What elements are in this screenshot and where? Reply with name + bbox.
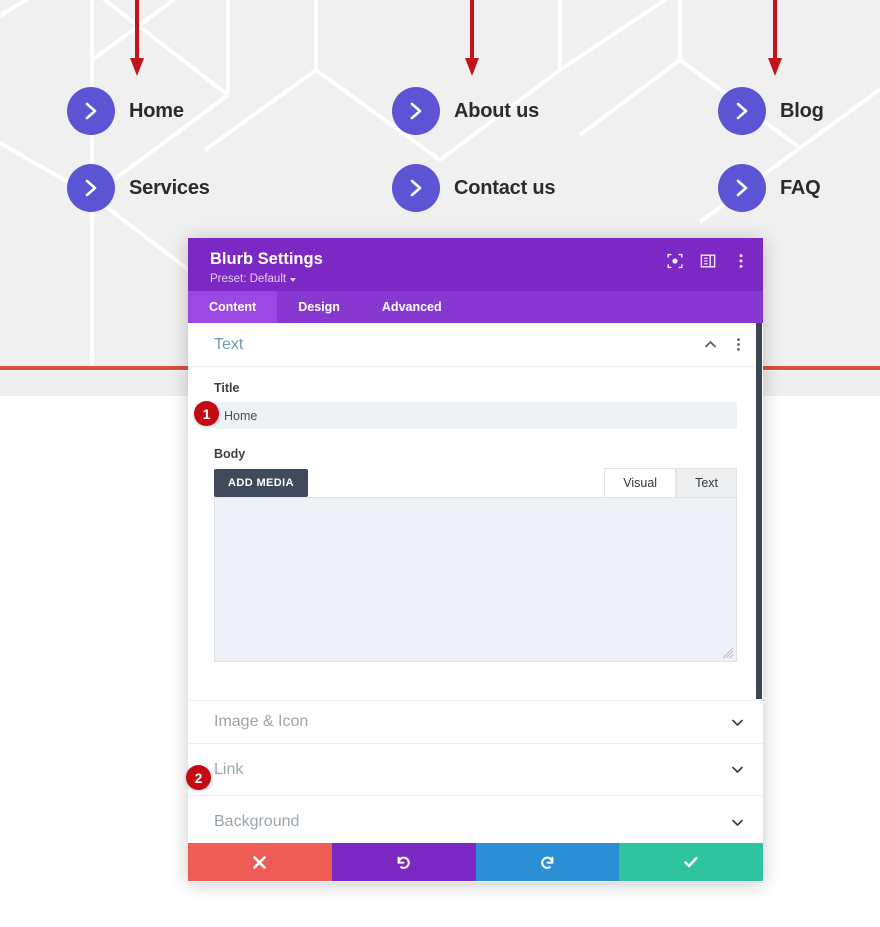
blurb-label: Services — [129, 176, 210, 199]
modal-footer-actions — [188, 843, 763, 881]
section-header-background[interactable]: Background — [188, 796, 763, 843]
blurb-label: Contact us — [454, 176, 556, 199]
section-header-link[interactable]: Link — [188, 744, 763, 796]
blurb-label: About us — [454, 99, 540, 122]
preset-label: Preset: Default — [210, 273, 287, 285]
redo-icon — [541, 856, 554, 869]
annotation-arrow-icon — [768, 0, 782, 76]
step-badge-2: 2 — [186, 765, 211, 790]
check-icon — [684, 856, 698, 868]
chevron-right-icon — [392, 164, 440, 212]
chevron-right-icon — [67, 164, 115, 212]
modal-tab-bar: Content Design Advanced — [188, 291, 763, 323]
blurb-blog[interactable]: Blog — [718, 87, 824, 135]
more-vertical-icon[interactable] — [733, 253, 749, 269]
body-field-label: Body — [214, 447, 246, 461]
focus-icon[interactable] — [667, 253, 683, 269]
cancel-button[interactable] — [188, 843, 332, 881]
annotation-arrow-icon — [465, 0, 479, 76]
section-title: Text — [214, 335, 244, 353]
blurb-label: Home — [129, 99, 184, 122]
modal-scrollbar-track[interactable] — [756, 323, 763, 843]
chevron-down-icon[interactable] — [730, 815, 745, 830]
editor-toolbar: ADD MEDIA Visual Text — [214, 468, 737, 497]
tab-content[interactable]: Content — [188, 291, 278, 323]
body-field-block: Body ADD MEDIA Visual Text — [188, 429, 763, 662]
modal-scrollbar-thumb[interactable] — [756, 323, 762, 699]
section-header-image-icon[interactable]: Image & Icon — [188, 700, 763, 744]
blurb-label: Blog — [780, 99, 824, 122]
tab-design[interactable]: Design — [277, 291, 361, 323]
blurb-services[interactable]: Services — [67, 164, 210, 212]
preset-selector[interactable]: Preset: Default — [210, 273, 323, 285]
chevron-right-icon — [718, 164, 766, 212]
close-icon — [253, 855, 267, 869]
section-title: Background — [214, 813, 300, 830]
modal-scroll-area: Text Title Home Body ADD MEDIA Visual Te… — [188, 323, 763, 843]
blurb-contact-us[interactable]: Contact us — [392, 164, 556, 212]
title-input-value: Home — [224, 408, 258, 423]
more-vertical-icon[interactable] — [732, 337, 745, 352]
tab-advanced[interactable]: Advanced — [361, 291, 463, 323]
tab-text-editor[interactable]: Text — [676, 468, 737, 497]
blurb-about-us[interactable]: About us — [392, 87, 539, 135]
section-title: Link — [214, 760, 244, 778]
section-title: Image & Icon — [214, 713, 309, 730]
tab-visual-editor[interactable]: Visual — [604, 468, 677, 497]
body-textarea[interactable] — [214, 497, 737, 662]
chevron-right-icon — [718, 87, 766, 135]
modal-header: Blurb Settings Preset: Default — [188, 238, 763, 291]
title-input[interactable]: Home — [214, 402, 737, 429]
undo-icon — [397, 856, 410, 869]
chevron-down-icon — [290, 277, 297, 282]
blurb-home[interactable]: Home — [67, 87, 184, 135]
modal-header-actions — [667, 253, 749, 269]
chevron-down-icon[interactable] — [730, 762, 745, 777]
modal-title: Blurb Settings — [210, 250, 323, 268]
save-button[interactable] — [619, 843, 763, 881]
step-badge-1: 1 — [194, 401, 219, 426]
title-field-label: Title — [214, 381, 240, 395]
section-actions — [703, 337, 745, 352]
blurb-faq[interactable]: FAQ — [718, 164, 821, 212]
resize-handle-icon[interactable] — [722, 647, 734, 659]
chevron-right-icon — [67, 87, 115, 135]
add-media-button[interactable]: ADD MEDIA — [214, 468, 308, 497]
undo-button[interactable] — [331, 843, 476, 881]
blurb-settings-modal: Blurb Settings Preset: Default Content D… — [188, 238, 763, 882]
blurb-label: FAQ — [780, 176, 821, 199]
redo-button[interactable] — [475, 843, 620, 881]
chevron-up-icon[interactable] — [703, 337, 718, 352]
section-header-text[interactable]: Text — [188, 323, 763, 367]
title-field-block: Title Home — [188, 367, 763, 429]
annotation-arrow-icon — [130, 0, 144, 76]
chevron-down-icon[interactable] — [730, 715, 745, 730]
chevron-right-icon — [392, 87, 440, 135]
editor-mode-tabs: Visual Text — [604, 468, 737, 497]
layout-panel-icon[interactable] — [700, 253, 716, 269]
